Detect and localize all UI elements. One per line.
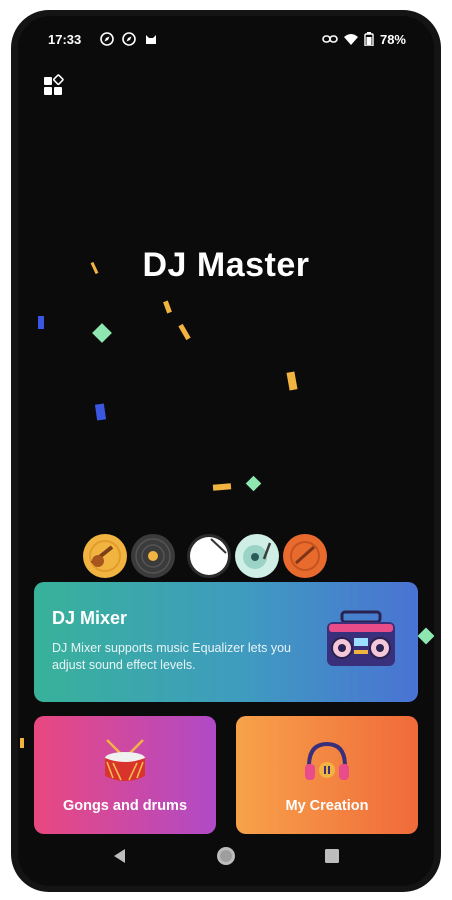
confetti-piece	[212, 483, 232, 491]
my-creation-card[interactable]: My Creation	[236, 716, 418, 834]
confetti-piece	[245, 475, 262, 492]
back-icon[interactable]	[108, 844, 132, 868]
drum-icon	[105, 739, 145, 781]
gongs-and-drums-label: Gongs and drums	[62, 798, 188, 814]
my-creation-label: My Creation	[285, 798, 369, 814]
boombox-icon	[327, 610, 395, 666]
confetti-piece	[20, 738, 24, 748]
guitar-disc-2-icon[interactable]	[282, 533, 328, 579]
guitar-disc-icon[interactable]	[82, 533, 128, 579]
headphones-icon	[305, 741, 349, 780]
link-icon	[322, 35, 338, 43]
status-bar: 17:33 78%	[18, 28, 434, 52]
wifi-icon	[344, 34, 358, 45]
phone-frame: 17:33 78% DJ Master DJ Mixer DJ Mixer su…	[11, 10, 441, 892]
confetti-piece	[178, 323, 191, 341]
confetti-piece	[38, 316, 44, 329]
recents-icon[interactable]	[320, 844, 344, 868]
turntable-disc-icon[interactable]	[234, 533, 280, 579]
gongs-and-drums-card[interactable]: Gongs and drums	[34, 716, 216, 834]
compass-icon	[122, 32, 136, 46]
vinyl-disc-icon[interactable]	[130, 533, 176, 579]
compass-icon	[100, 32, 114, 46]
status-time: 17:33	[48, 32, 82, 47]
home-icon[interactable]	[214, 844, 238, 868]
app-title: DJ Master	[142, 246, 310, 284]
drum-disc-icon[interactable]	[186, 533, 232, 579]
app-screen: 17:33 78% DJ Master DJ Mixer DJ Mixer su…	[18, 16, 434, 886]
confetti-piece	[286, 371, 298, 391]
apps-grid-icon[interactable]	[42, 74, 66, 98]
system-nav-bar	[18, 838, 434, 874]
disc-row	[82, 533, 382, 583]
cat-icon	[146, 35, 156, 44]
dj-mixer-card[interactable]: DJ Mixer DJ Mixer supports music Equaliz…	[34, 582, 418, 702]
battery-icon	[364, 32, 374, 46]
dj-mixer-title: DJ Mixer	[52, 608, 128, 628]
confetti-piece	[92, 323, 112, 343]
confetti-piece	[163, 300, 172, 314]
confetti-piece	[417, 627, 434, 645]
battery-percent: 78%	[379, 32, 406, 47]
confetti-piece	[94, 403, 107, 421]
dj-mixer-description: DJ Mixer supports music Equalizer lets y…	[52, 641, 291, 672]
